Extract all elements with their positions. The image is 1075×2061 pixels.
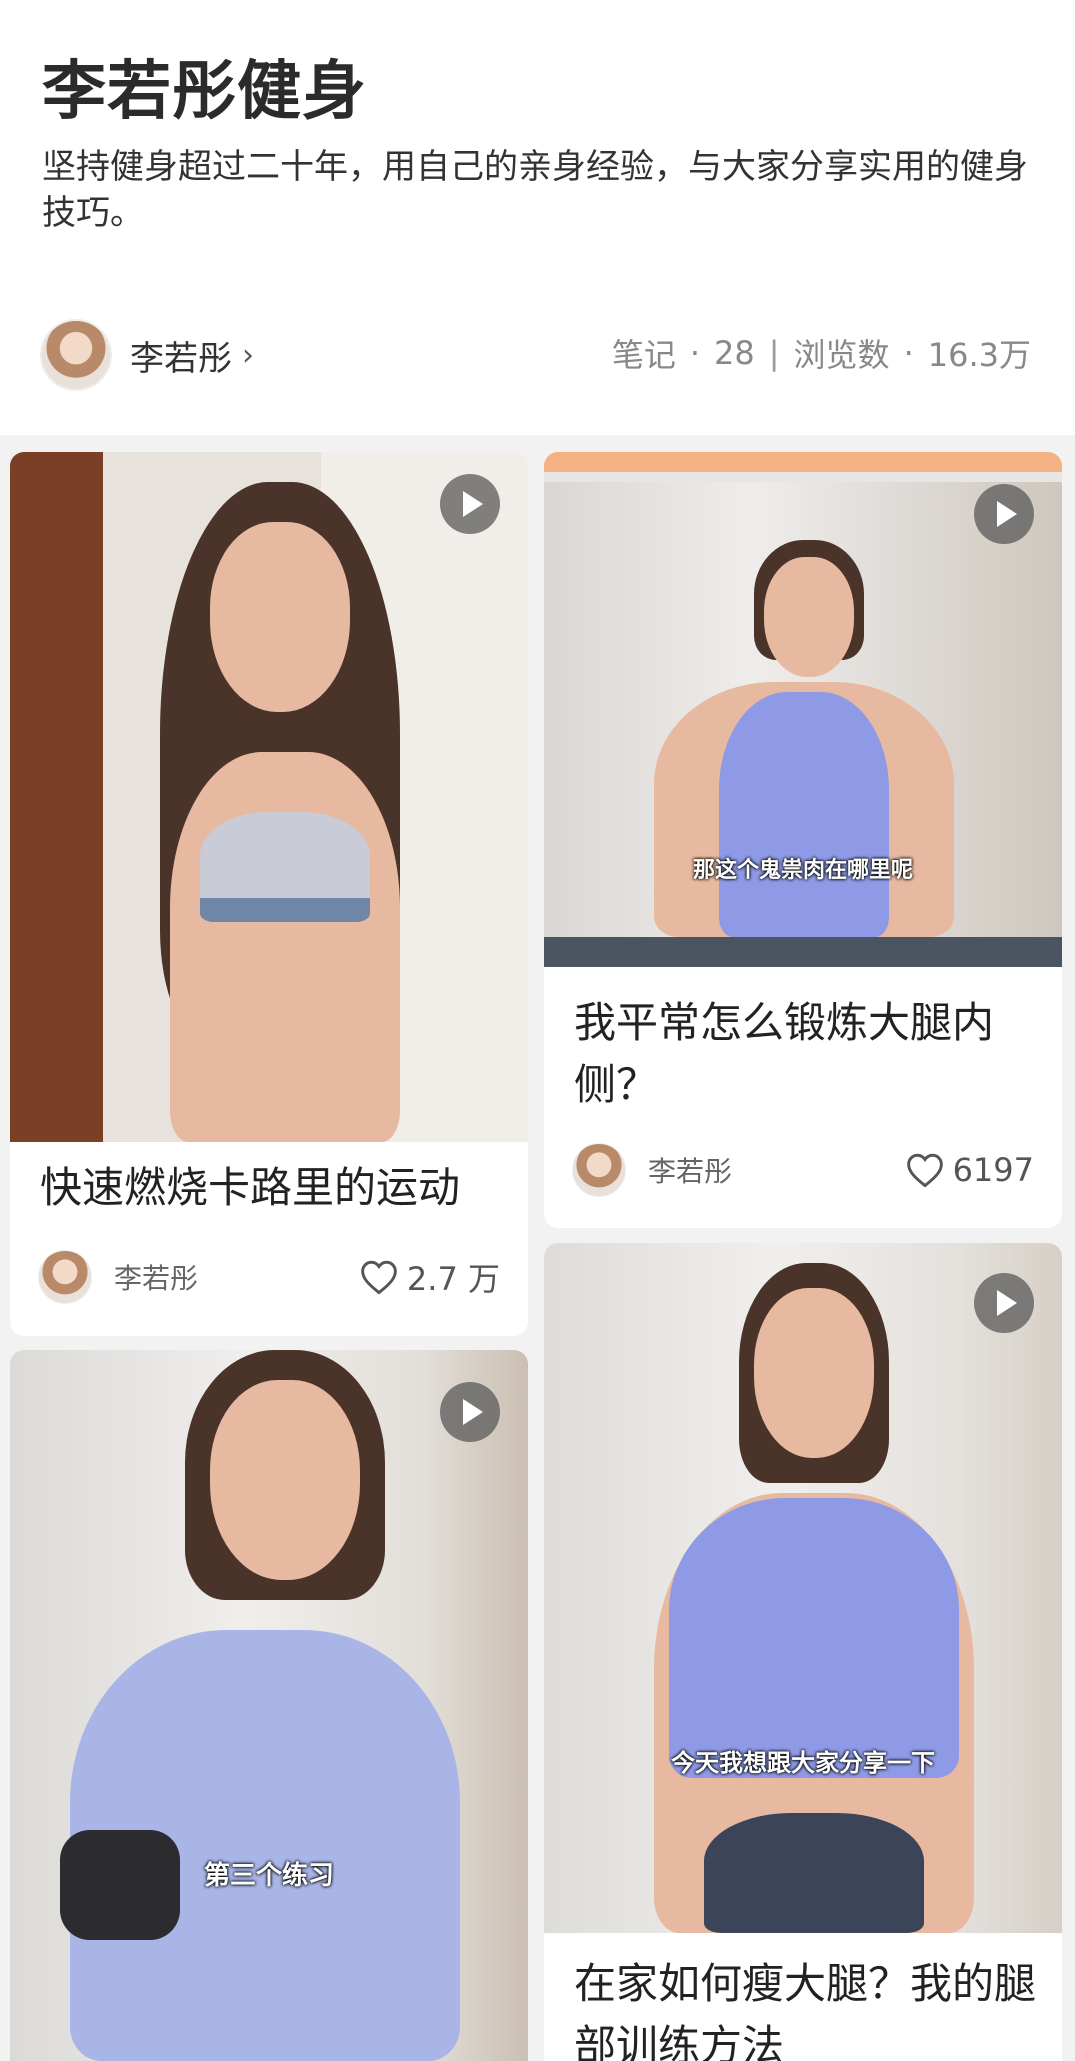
play-icon[interactable] (440, 1382, 500, 1442)
accent-bar (544, 452, 1062, 472)
views-count: 16.3万 (927, 336, 1031, 374)
face (764, 557, 854, 677)
play-icon[interactable] (440, 474, 500, 534)
like-count: 6197 (952, 1151, 1034, 1189)
video-thumbnail[interactable] (10, 452, 528, 1142)
divider: | (768, 334, 780, 372)
author-link[interactable]: 李若彤 › (40, 315, 254, 395)
pants (704, 1813, 924, 1933)
play-icon[interactable] (974, 484, 1034, 544)
heart-icon (361, 1260, 397, 1295)
video-bottom-bar (544, 937, 1062, 967)
sports-bra (200, 812, 370, 922)
body (170, 752, 400, 1142)
notes-label: 笔记 (611, 336, 676, 374)
video-caption: 今天我想跟大家分享一下 (671, 1749, 935, 1777)
video-frame: 那这个鬼祟肉在哪里呢 (544, 482, 1062, 937)
face (754, 1288, 874, 1458)
note-card[interactable]: 快速燃烧卡路里的运动 李若彤 2.7 万 (10, 452, 528, 1336)
page-title: 李若彤健身 (42, 55, 367, 129)
note-card[interactable]: 那这个鬼祟肉在哪里呢 我平常怎么锻炼大腿内侧？ 李若彤 6197 (544, 452, 1062, 1228)
author-name[interactable]: 李若彤 (130, 331, 232, 380)
card-title[interactable]: 我平常怎么锻炼大腿内侧？ (574, 992, 1044, 1116)
card-title[interactable]: 快速燃烧卡路里的运动 (40, 1157, 460, 1219)
dot-separator: · (689, 334, 701, 372)
avatar[interactable] (38, 1250, 92, 1304)
note-card[interactable]: 今天我想跟大家分享一下 在家如何瘦大腿？我的腿部训练方法 (544, 1243, 1062, 2061)
author-name[interactable]: 李若彤 (648, 1150, 905, 1190)
profile-header: 李若彤健身 坚持健身超过二十年，用自己的亲身经验，与大家分享实用的健身技巧。 李… (0, 0, 1075, 435)
shirt (669, 1498, 959, 1778)
play-icon[interactable] (974, 1273, 1034, 1333)
video-thumbnail[interactable]: 那这个鬼祟肉在哪里呢 (544, 452, 1062, 967)
card-meta: 李若彤 6197 (572, 1140, 1034, 1200)
notes-count: 28 (714, 334, 755, 372)
card-title[interactable]: 在家如何瘦大腿？我的腿部训练方法 (574, 1953, 1044, 2061)
profile-stats: 笔记 · 28 | 浏览数 · 16.3万 (612, 330, 1031, 376)
shirt (719, 692, 889, 937)
note-card[interactable]: 第三个练习 (10, 1350, 528, 2061)
like-button[interactable]: 2.7 万 (359, 1254, 500, 1300)
dot-separator: · (903, 334, 914, 372)
author-name[interactable]: 李若彤 (114, 1257, 359, 1297)
video-caption: 那这个鬼祟肉在哪里呢 (692, 858, 913, 883)
video-caption: 第三个练习 (203, 1861, 334, 1891)
profile-description: 坚持健身超过二十年，用自己的亲身经验，与大家分享实用的健身技巧。 (42, 147, 1028, 233)
avatar[interactable] (572, 1143, 626, 1197)
video-thumbnail[interactable]: 今天我想跟大家分享一下 (544, 1243, 1062, 1933)
like-count: 2.7 万 (406, 1260, 500, 1298)
views-label: 浏览数 (793, 336, 890, 374)
like-button[interactable]: 6197 (905, 1151, 1034, 1189)
avatar[interactable] (40, 319, 112, 391)
heart-icon (906, 1153, 943, 1188)
card-meta: 李若彤 2.7 万 (38, 1247, 500, 1307)
face (210, 522, 350, 712)
video-thumbnail[interactable]: 第三个练习 (10, 1350, 528, 2061)
face (210, 1380, 360, 1580)
chevron-right-icon: › (242, 337, 254, 373)
